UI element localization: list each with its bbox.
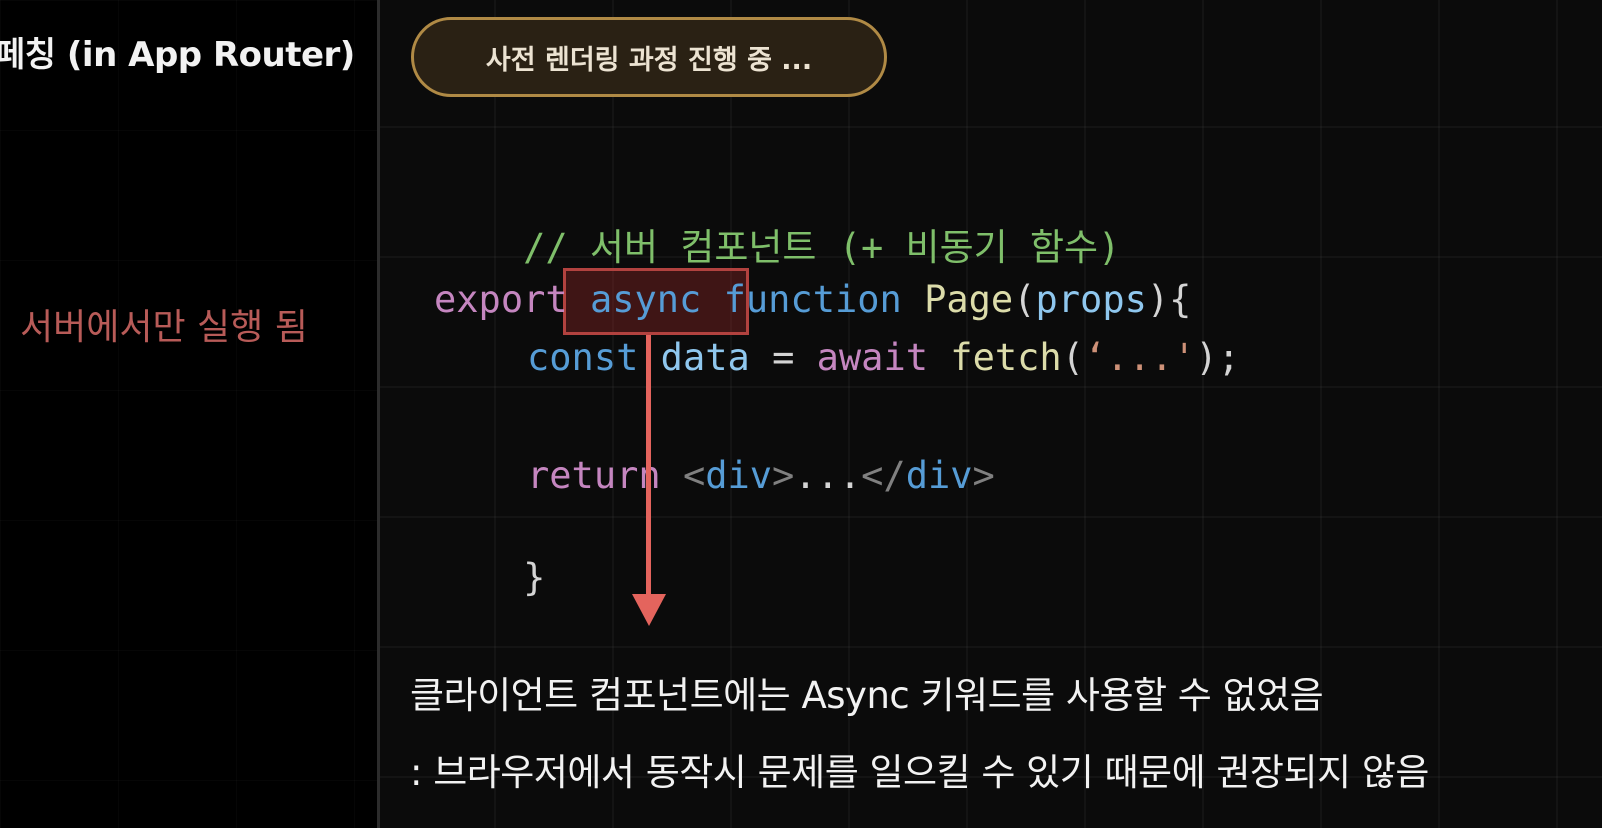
param-props: props bbox=[1035, 278, 1147, 321]
tag-lt-open: < bbox=[682, 454, 706, 497]
var-data: data bbox=[660, 336, 750, 379]
explanation-line-2: : 브라우저에서 동작시 문제를 일으킬 수 있기 때문에 권장되지 않음 bbox=[410, 751, 1429, 794]
left-panel: 페칭 (in App Router) 서버에서만 실행 됨 bbox=[0, 0, 377, 828]
tag-gt-close: > bbox=[972, 454, 995, 497]
status-pill-label: 사전 렌더링 과정 진행 중 ... bbox=[485, 44, 813, 76]
jsx-dots: ... bbox=[794, 454, 862, 497]
code-line-export: export async function Page(props){ bbox=[434, 278, 1191, 322]
paren-open: ( bbox=[1013, 278, 1036, 321]
op-eq: = bbox=[772, 336, 795, 379]
tag-div-open: div bbox=[705, 454, 773, 497]
code-line-return: return <div>...</div> bbox=[527, 454, 995, 498]
fn-fetch: fetch bbox=[950, 336, 1062, 379]
kw-async: async bbox=[589, 278, 702, 321]
server-only-note: 서버에서만 실행 됨 bbox=[20, 307, 308, 348]
code-line-const: const data = await fetch(‘...'); bbox=[527, 336, 1240, 380]
status-pill: 사전 렌더링 과정 진행 중 ... bbox=[411, 17, 887, 97]
fetch-paren-open: ( bbox=[1061, 336, 1084, 379]
tag-lt-close: </ bbox=[861, 454, 906, 497]
slide: 페칭 (in App Router) 서버에서만 실행 됨 사전 렌더링 과정 … bbox=[0, 0, 1602, 828]
arrow-shaft bbox=[646, 335, 651, 597]
kw-export: export bbox=[434, 278, 568, 321]
arrow-down-icon bbox=[632, 594, 666, 626]
fetch-close: ); bbox=[1195, 336, 1240, 379]
tag-gt-open: > bbox=[772, 454, 795, 497]
kw-function: function bbox=[723, 278, 902, 321]
kw-const: const bbox=[527, 336, 639, 379]
section-title: 페칭 (in App Router) bbox=[0, 35, 355, 75]
comment-text: // 서버 컴포넌트 (+ 비동기 함수) bbox=[523, 226, 1121, 269]
tag-div-close: div bbox=[905, 454, 973, 497]
paren-close-brace: ){ bbox=[1146, 278, 1192, 321]
closing-brace: } bbox=[523, 556, 546, 599]
fetch-string: ‘...' bbox=[1083, 336, 1196, 379]
code-line-closing-brace: } bbox=[434, 512, 545, 644]
fn-name: Page bbox=[924, 278, 1014, 321]
kw-await: await bbox=[816, 336, 929, 379]
kw-return: return bbox=[527, 454, 661, 497]
explanation-line-1: 클라이언트 컴포넌트에는 Async 키워드를 사용할 수 없었음 bbox=[410, 674, 1324, 717]
